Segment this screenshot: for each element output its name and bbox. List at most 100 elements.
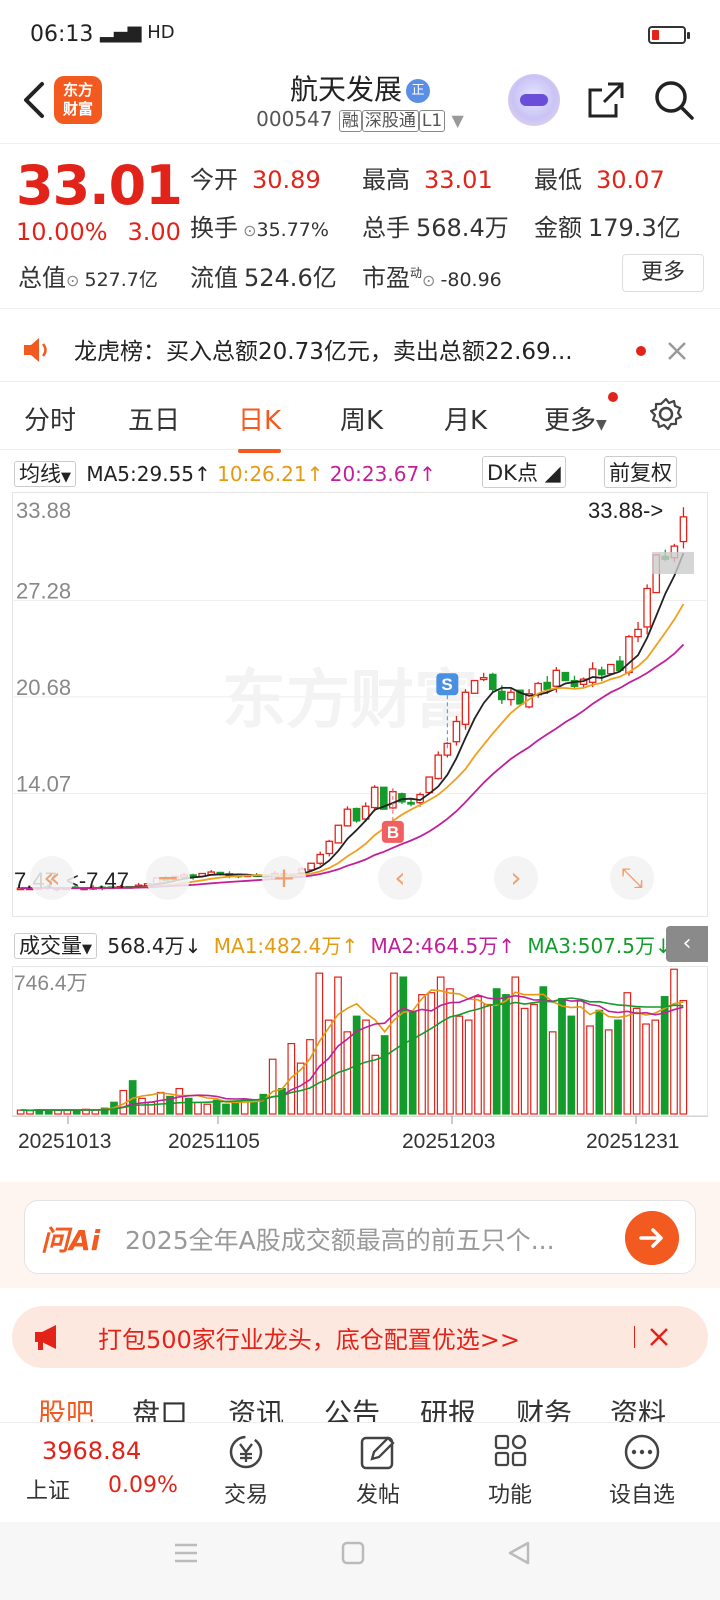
candle <box>679 516 688 543</box>
nav-functions[interactable]: 功能 <box>460 1433 560 1509</box>
turnover-cell[interactable]: 换手 ⊙35.77% <box>190 208 329 243</box>
close-icon[interactable] <box>648 1326 670 1348</box>
dragon-tiger-notice[interactable]: 龙虎榜：买入总额20.73亿元，卖出总额22.69... <box>0 318 720 382</box>
grid-icon <box>494 1434 527 1467</box>
nav-post[interactable]: 发帖 <box>328 1433 428 1509</box>
tab-guba[interactable]: 股吧 <box>38 1392 94 1426</box>
tab-monthly-k[interactable]: 月K <box>444 400 487 437</box>
x-tick-label: 20251013 <box>18 1130 111 1153</box>
volume-bar <box>511 976 520 1115</box>
candle <box>452 720 461 743</box>
more-button[interactable]: 更多 <box>622 254 704 292</box>
tab-more[interactable]: 更多▼ <box>544 400 607 437</box>
megaphone-icon <box>35 1325 56 1350</box>
candle <box>606 663 615 675</box>
ai-robot-avatar[interactable] <box>508 74 560 126</box>
volume-bar <box>138 1097 146 1115</box>
volume-bar <box>194 1101 202 1115</box>
share-icon[interactable] <box>586 80 626 120</box>
collapse-panel-button[interactable]: ‹ <box>666 926 708 962</box>
zoom-in-icon[interactable]: + <box>262 856 306 900</box>
menu-icon[interactable] <box>172 1540 200 1566</box>
tab-news[interactable]: 资讯 <box>228 1392 284 1426</box>
tab-intraday[interactable]: 分时 <box>24 400 76 437</box>
amount-cell: 金额 179.3亿 <box>534 208 681 243</box>
dk-point-button[interactable]: DK点 ◢ <box>482 456 566 488</box>
ai-question-box[interactable]: 问Ai 2025全年A股成交额最高的前五只个... <box>24 1200 696 1274</box>
volume-bar <box>362 1019 370 1115</box>
candle <box>370 786 379 809</box>
index-value: 3968.84 <box>42 1437 142 1465</box>
tab-weekly-k[interactable]: 周K <box>340 400 383 437</box>
pe-sup: 动 <box>410 266 423 280</box>
search-icon[interactable] <box>652 78 696 122</box>
volume-last: 568.4万 <box>107 934 185 958</box>
tab-daily-k[interactable]: 日K <box>238 400 282 453</box>
pe-cell[interactable]: 市盈动⊙ -80.96 <box>362 258 502 293</box>
tab-research[interactable]: 研报 <box>420 1392 476 1426</box>
info-dots-icon: ⊙ <box>238 221 257 240</box>
y-tick-label: 27.28 <box>16 578 71 603</box>
gear-icon[interactable] <box>648 396 684 432</box>
candlestick-chart[interactable]: 33.8827.2820.6814.07东方财富33.88->7.47<-7.4… <box>12 492 708 924</box>
volume-bar <box>614 1019 622 1115</box>
open-value: 30.89 <box>252 166 321 194</box>
volume-bar <box>418 994 426 1115</box>
index-name: 上证 <box>26 1479 71 1504</box>
tab-profile[interactable]: 资料 <box>610 1392 666 1426</box>
arrow-right-icon[interactable] <box>625 1211 679 1265</box>
volume-bar <box>436 976 445 1115</box>
candle <box>316 853 325 864</box>
rewind-icon[interactable]: « <box>30 856 74 900</box>
low-cell: 最低 30.07 <box>534 160 665 195</box>
adjust-button[interactable]: 前复权 <box>604 456 677 488</box>
back-nav-icon[interactable] <box>506 1540 532 1566</box>
volume-selector[interactable]: 成交量▼ <box>14 933 97 959</box>
tab-five-day[interactable]: 五日 <box>128 400 180 437</box>
volume-bar <box>567 1015 576 1115</box>
volume-bar <box>670 968 678 1115</box>
candle <box>561 671 570 682</box>
close-icon[interactable] <box>666 340 688 362</box>
nav-trade[interactable]: 交易 <box>196 1433 296 1509</box>
prev-icon[interactable]: ‹ <box>378 856 422 900</box>
nav-watch-label: 设自选 <box>608 1483 675 1508</box>
home-icon[interactable] <box>340 1540 366 1566</box>
bottom-nav: 3968.84 上证 0.09% 交易 发帖 功能 设自选 <box>0 1422 720 1522</box>
info-dots-icon: ⊙ <box>422 271 441 290</box>
ma-selector[interactable]: 均线▼ <box>14 461 76 487</box>
volume-bar <box>492 988 501 1115</box>
tab-financials[interactable]: 财务 <box>516 1392 572 1426</box>
high-value: 33.01 <box>424 166 493 194</box>
pe-value: -80.96 <box>440 269 502 291</box>
zoom-out-icon[interactable]: − <box>146 856 190 900</box>
candle <box>643 587 651 628</box>
tab-orderbook[interactable]: 盘口 <box>132 1392 188 1426</box>
mktcap-cell[interactable]: 总值⊙ 527.7亿 <box>18 258 158 293</box>
amount-label: 金额 <box>534 214 582 242</box>
status-time: 06:13 <box>30 22 94 47</box>
volume-bar <box>446 988 454 1115</box>
volume-indicator-bar: 成交量▼ 568.4万↓ MA1:482.4万↑ MA2:464.5万↑ MA3… <box>14 926 720 964</box>
volume-bar <box>464 1019 473 1115</box>
fullscreen-icon-glyph: ⤡ <box>621 861 643 894</box>
ma-indicator-bar: 均线▼ MA5:29.55↑ 10:26.21↑ 20:23.67↑ DK点 ◢… <box>14 456 714 488</box>
volume-chart[interactable]: 746.4万 20251013 20251105 20251203 20251231 <box>12 966 708 1162</box>
ma-selector-label: 均线 <box>19 462 61 486</box>
next-icon[interactable]: › <box>494 856 538 900</box>
stock-header: 东方 财富 航天发展正 000547 融深股通 L1 ▼ <box>0 60 720 144</box>
volume-bar <box>651 1019 660 1115</box>
promo-banner[interactable]: 打包500家行业龙头，底仓配置优选>> <box>12 1306 708 1368</box>
candle <box>507 691 515 701</box>
nav-add-watchlist[interactable]: 设自选 <box>592 1433 692 1509</box>
volume-bar <box>380 1035 389 1115</box>
candle <box>625 636 633 674</box>
fullscreen-icon[interactable]: ⤡ <box>610 856 654 900</box>
dropdown-triangle-icon: ▼ <box>82 942 92 957</box>
quote-panel: 33.01 10.00% 3.00 今开 30.89 最高 33.01 最低 30.07… <box>0 144 720 310</box>
tab-announcements[interactable]: 公告 <box>324 1392 380 1426</box>
volume-bar <box>408 1011 417 1115</box>
volume-bar <box>175 1087 184 1115</box>
candle <box>634 628 642 638</box>
volume-bar <box>520 1007 529 1115</box>
